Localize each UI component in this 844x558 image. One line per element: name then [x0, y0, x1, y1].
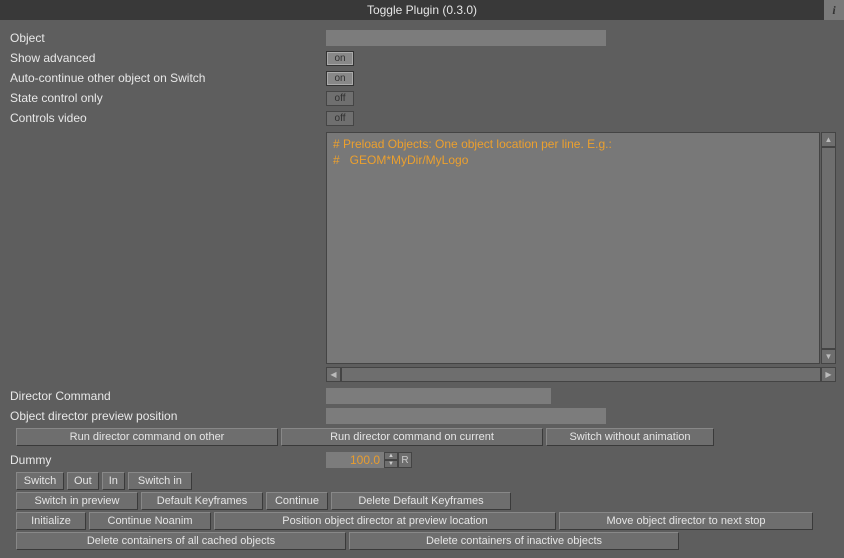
- scroll-left-icon[interactable]: ◀: [326, 367, 341, 382]
- switch-without-animation-button[interactable]: Switch without animation: [546, 428, 714, 446]
- scroll-right-icon[interactable]: ▶: [821, 367, 836, 382]
- delete-inactive-objects-button[interactable]: Delete containers of inactive objects: [349, 532, 679, 550]
- continue-button[interactable]: Continue: [266, 492, 328, 510]
- delete-cached-objects-button[interactable]: Delete containers of all cached objects: [16, 532, 346, 550]
- initialize-button[interactable]: Initialize: [16, 512, 86, 530]
- move-obj-director-next-stop-button[interactable]: Move object director to next stop: [559, 512, 813, 530]
- delete-default-keyframes-button[interactable]: Delete Default Keyframes: [331, 492, 511, 510]
- continue-noanim-button[interactable]: Continue Noanim: [89, 512, 211, 530]
- window-title: Toggle Plugin (0.3.0): [367, 3, 477, 17]
- object-input[interactable]: [326, 30, 606, 46]
- preload-objects-textarea[interactable]: [326, 132, 820, 364]
- scroll-track-h[interactable]: [341, 367, 821, 382]
- out-button[interactable]: Out: [67, 472, 99, 490]
- obj-dir-preview-pos-input[interactable]: [326, 408, 606, 424]
- controls-video-toggle[interactable]: off: [326, 111, 354, 126]
- dummy-reset-button[interactable]: R: [398, 452, 412, 468]
- titlebar: Toggle Plugin (0.3.0) i: [0, 0, 844, 20]
- scroll-up-icon[interactable]: ▲: [821, 132, 836, 147]
- state-control-only-toggle[interactable]: off: [326, 91, 354, 106]
- position-obj-director-button[interactable]: Position object director at preview loca…: [214, 512, 556, 530]
- label-auto-continue: Auto-continue other object on Switch: [10, 70, 326, 86]
- content-area: Object Show advanced on Auto-continue ot…: [0, 20, 844, 558]
- run-director-current-button[interactable]: Run director command on current: [281, 428, 543, 446]
- preload-textarea-wrap: ▲ ▼ ◀ ▶: [326, 132, 836, 382]
- spinner-up-icon[interactable]: ▲: [384, 452, 398, 460]
- switch-in-button[interactable]: Switch in: [128, 472, 192, 490]
- auto-continue-toggle[interactable]: on: [326, 71, 354, 86]
- label-show-advanced: Show advanced: [10, 50, 326, 66]
- dummy-spinner[interactable]: ▲ ▼: [384, 452, 398, 468]
- default-keyframes-button[interactable]: Default Keyframes: [141, 492, 263, 510]
- dummy-input[interactable]: [326, 452, 384, 468]
- in-button[interactable]: In: [102, 472, 125, 490]
- label-dummy: Dummy: [10, 452, 326, 468]
- info-button[interactable]: i: [824, 0, 844, 20]
- label-object: Object: [10, 30, 326, 46]
- label-obj-dir-preview-pos: Object director preview position: [10, 408, 326, 424]
- vertical-scrollbar[interactable]: ▲ ▼: [821, 132, 836, 364]
- label-director-command: Director Command: [10, 388, 326, 404]
- horizontal-scrollbar[interactable]: ◀ ▶: [326, 367, 836, 382]
- label-controls-video: Controls video: [10, 110, 326, 126]
- scroll-track-v[interactable]: [821, 147, 836, 349]
- label-state-control-only: State control only: [10, 90, 326, 106]
- spinner-down-icon[interactable]: ▼: [384, 460, 398, 468]
- show-advanced-toggle[interactable]: on: [326, 51, 354, 66]
- switch-in-preview-button[interactable]: Switch in preview: [16, 492, 138, 510]
- switch-button[interactable]: Switch: [16, 472, 64, 490]
- director-command-input[interactable]: [326, 388, 551, 404]
- scroll-down-icon[interactable]: ▼: [821, 349, 836, 364]
- run-director-other-button[interactable]: Run director command on other: [16, 428, 278, 446]
